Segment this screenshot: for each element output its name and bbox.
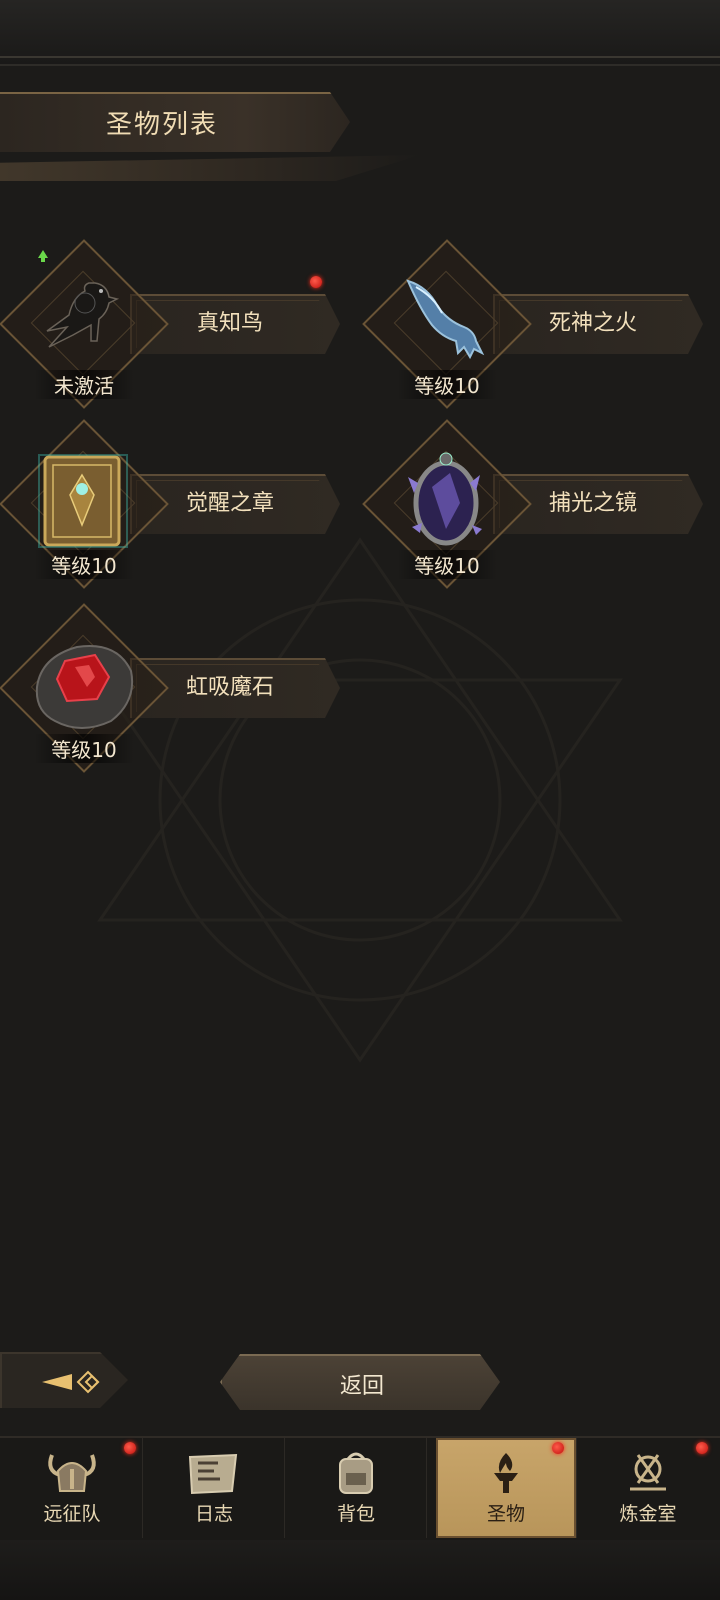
tab-relics[interactable]: 圣物	[436, 1438, 577, 1538]
viking-helmet-icon	[42, 1449, 102, 1497]
notification-dot	[124, 1442, 136, 1454]
relic-status: 等级10	[34, 550, 134, 579]
tab-label: 炼金室	[619, 1503, 677, 1525]
toggle-arrow-button[interactable]	[0, 1352, 128, 1408]
relic-card-red-stone[interactable]: 虹吸魔石 等级10	[0, 603, 350, 786]
top-ornament-border	[0, 0, 720, 66]
relic-card-ghost-hand[interactable]: 死神之火 等级10	[362, 239, 713, 422]
page-title: 圣物列表	[106, 110, 219, 140]
tab-label: 背包	[336, 1503, 375, 1525]
tab-expedition[interactable]: 远征队	[2, 1438, 143, 1538]
raven-icon	[28, 266, 138, 376]
tab-label: 远征队	[43, 1503, 101, 1525]
title-decoration	[0, 155, 420, 181]
notification-dot	[552, 1442, 564, 1454]
notification-dot	[696, 1442, 708, 1454]
alchemy-icon	[618, 1449, 678, 1497]
notification-dot	[310, 276, 322, 288]
tab-alchemy[interactable]: 炼金室	[578, 1438, 718, 1538]
scroll-map-icon	[184, 1449, 244, 1497]
mirror-icon	[391, 446, 501, 556]
relic-card-tome[interactable]: 觉醒之章 等级10	[0, 419, 350, 602]
arrow-left-icon	[42, 1370, 100, 1394]
tab-backpack[interactable]: 背包	[286, 1438, 427, 1538]
relic-card-raven[interactable]: 真知鸟 未激活	[0, 239, 350, 422]
backpack-icon	[326, 1449, 386, 1497]
relic-status: 等级10	[397, 370, 497, 399]
ghost-hand-icon	[391, 266, 501, 376]
red-stone-icon	[28, 630, 138, 740]
background-sigil	[97, 537, 623, 1063]
bottom-navigation: 远征队 日志 背包 圣物 炼金室	[0, 1436, 720, 1544]
upgrade-arrow-icon	[38, 250, 48, 262]
tome-icon	[28, 446, 138, 556]
relic-status: 等级10	[397, 550, 497, 579]
relic-status: 未激活	[34, 370, 134, 399]
tab-label: 日志	[194, 1503, 233, 1525]
tab-journal[interactable]: 日志	[144, 1438, 285, 1538]
bottom-ornament-border	[0, 1540, 720, 1600]
relic-status: 等级10	[34, 734, 134, 763]
tab-label: 圣物	[486, 1503, 525, 1525]
back-button[interactable]: 返回	[220, 1354, 500, 1410]
relic-card-mirror[interactable]: 捕光之镜 等级10	[362, 419, 713, 602]
torch-icon	[476, 1449, 536, 1497]
